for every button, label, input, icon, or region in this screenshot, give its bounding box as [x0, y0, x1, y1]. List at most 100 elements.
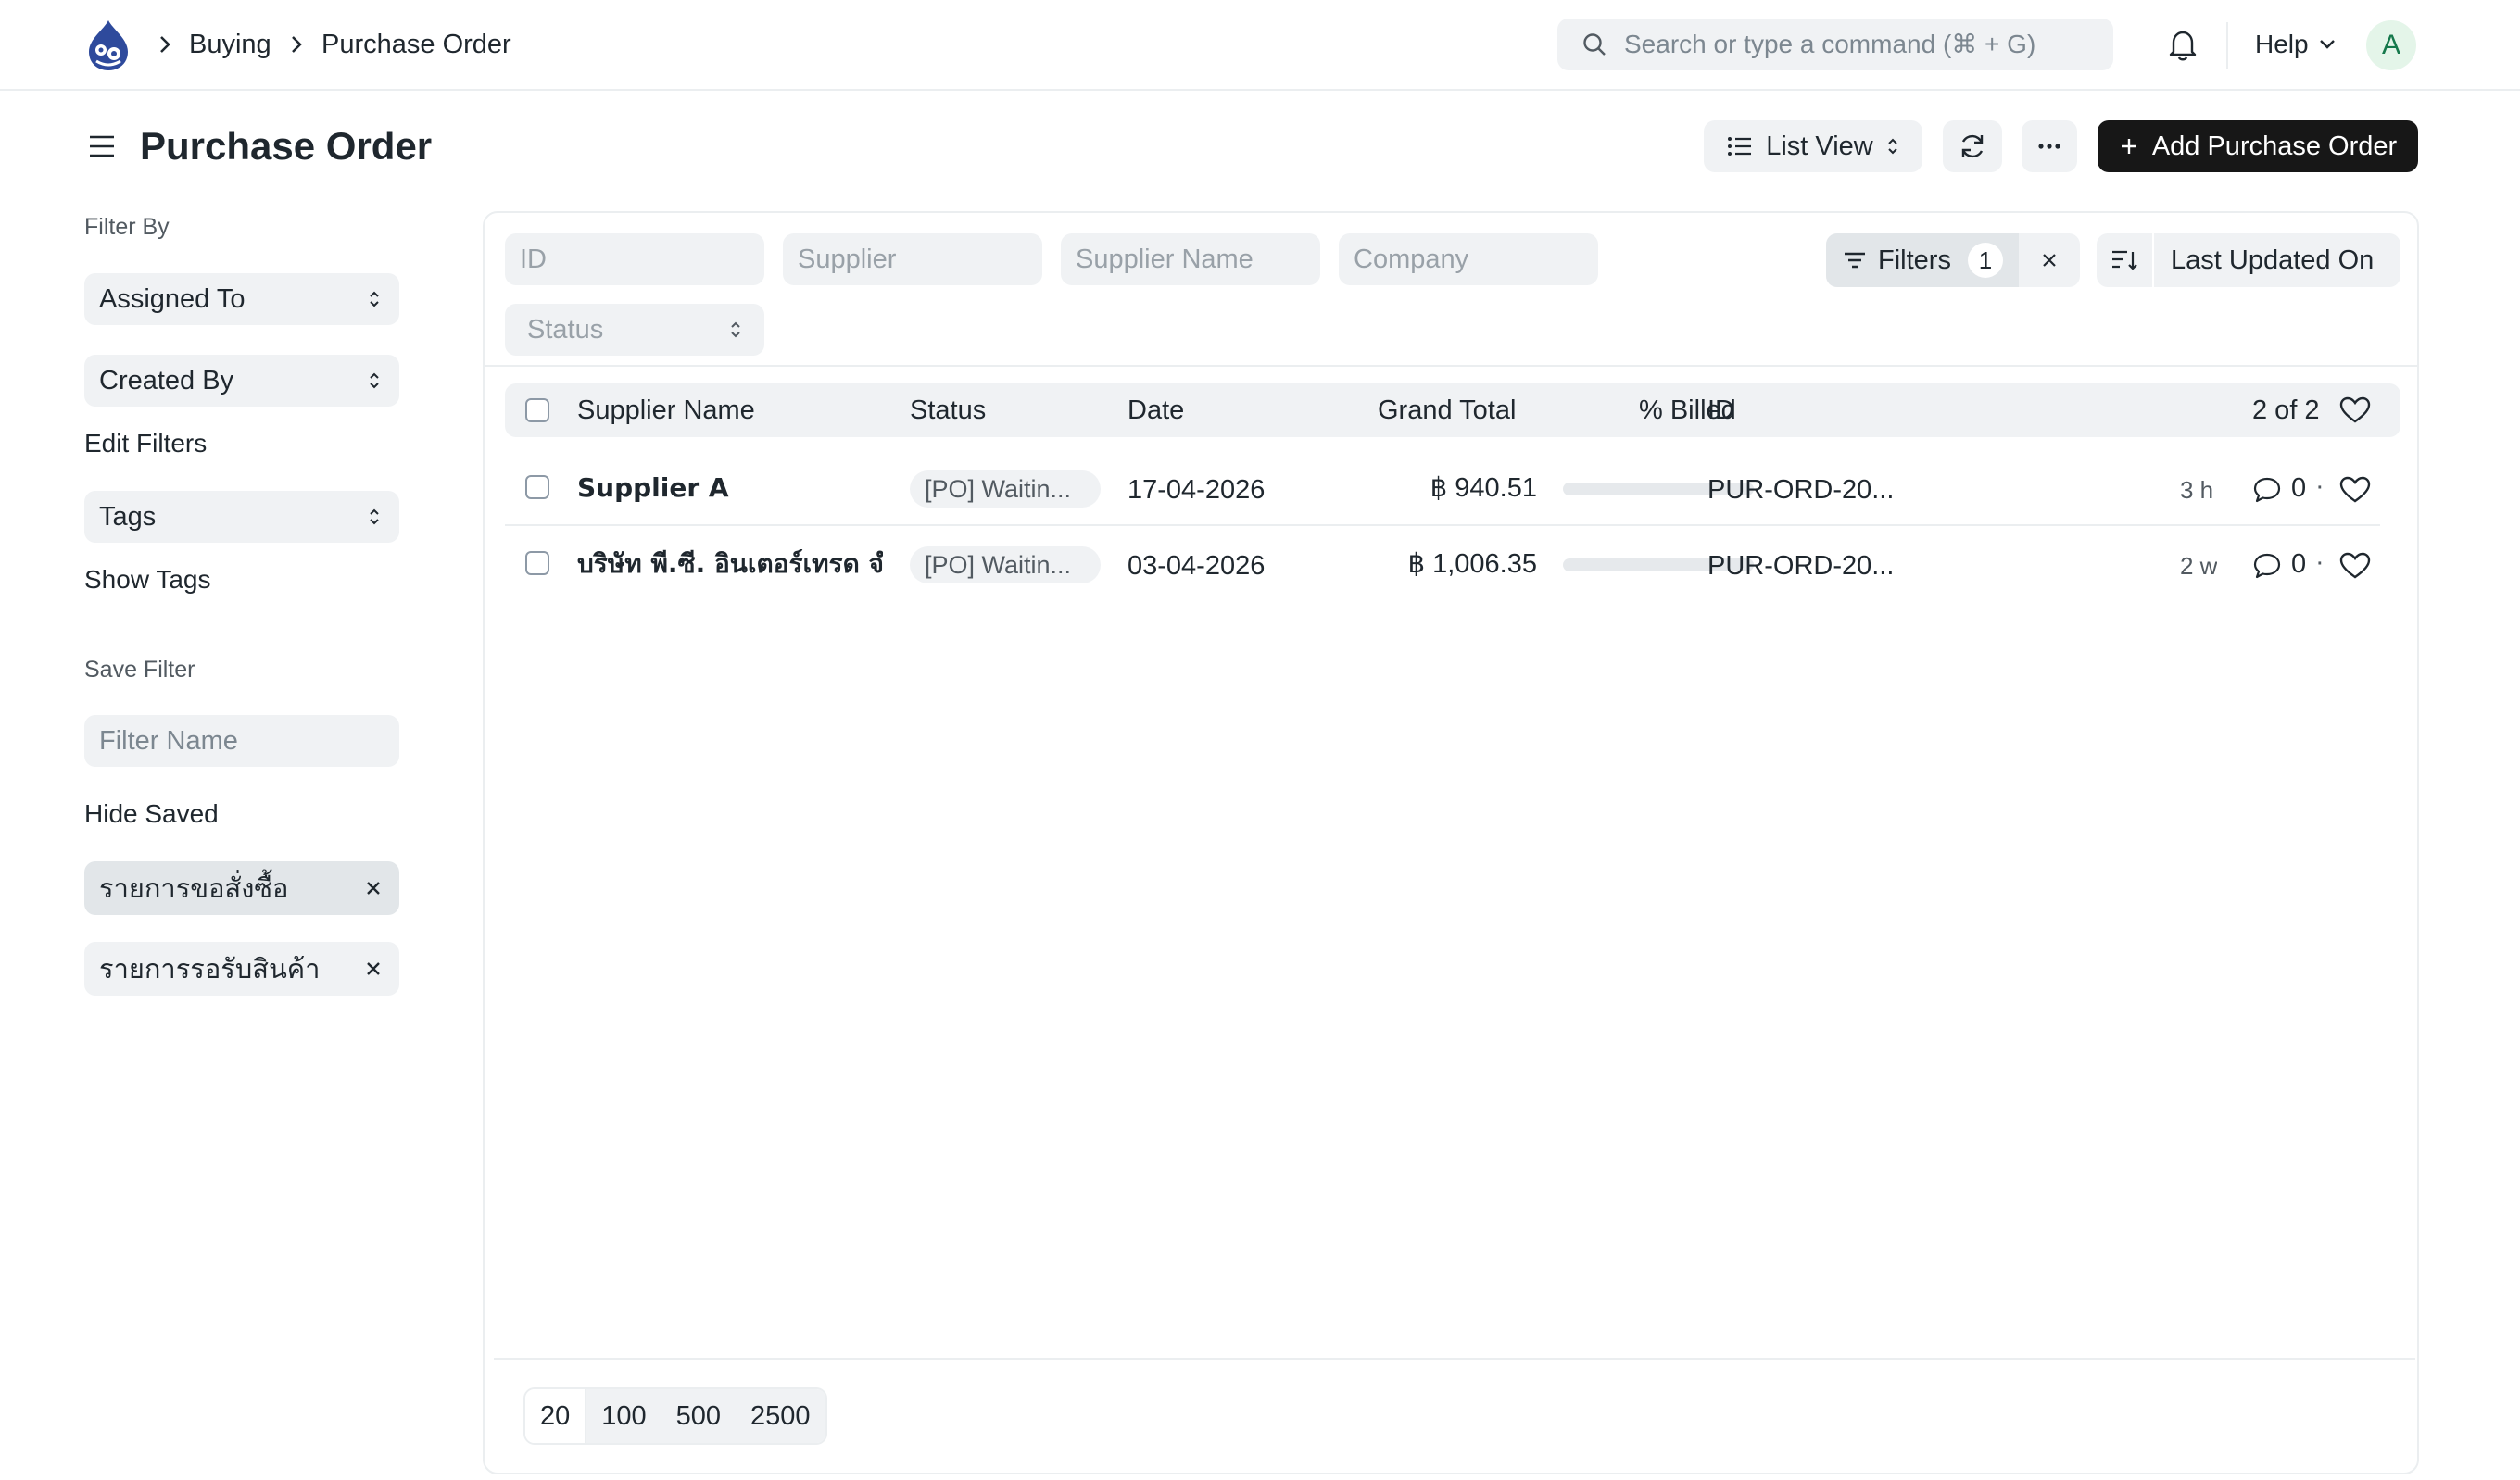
filters-count-badge: 1	[1967, 243, 2003, 278]
page-length-selector: 20 100 500 2500	[523, 1387, 827, 1445]
page-length-100[interactable]: 100	[586, 1389, 662, 1443]
filter-by-label: Filter By	[84, 214, 170, 240]
row-modified-ago: 3 h	[2180, 476, 2214, 504]
help-label: Help	[2255, 30, 2309, 58]
app-logo-icon[interactable]	[83, 19, 133, 72]
list-view-label: List View	[1766, 131, 1873, 161]
refresh-icon	[1961, 134, 1984, 158]
page-title: Purchase Order	[140, 124, 433, 168]
close-icon[interactable]	[364, 959, 383, 978]
ellipsis-icon	[2038, 144, 2060, 149]
select-all-checkbox[interactable]	[525, 398, 549, 422]
column-header-id: ID	[1707, 395, 1734, 425]
footer-divider	[494, 1358, 2415, 1360]
avatar[interactable]: A	[2366, 20, 2416, 70]
refresh-button[interactable]	[1943, 120, 2002, 172]
chevron-right-icon	[292, 36, 302, 53]
column-header-grand-total: Grand Total	[1378, 395, 1517, 425]
navbar-divider	[2226, 22, 2228, 69]
sort-by-button[interactable]: Last Updated On	[2154, 245, 2374, 276]
breadcrumb-purchase-order[interactable]: Purchase Order	[321, 26, 511, 63]
select-arrows-icon	[370, 291, 379, 307]
row-comment-count: 0	[2291, 473, 2307, 503]
row-divider	[505, 524, 2380, 526]
search-icon	[1583, 33, 1606, 56]
more-actions-button[interactable]	[2022, 120, 2077, 172]
supplier-name-filter-input[interactable]	[1061, 233, 1320, 285]
comment-icon[interactable]	[2252, 552, 2282, 580]
saved-filter-label: รายการขอสั่งซื้อ	[99, 872, 289, 904]
save-filter-label: Save Filter	[84, 657, 195, 683]
dot-separator: ·	[2315, 471, 2325, 501]
add-purchase-order-button[interactable]: Add Purchase Order	[2098, 120, 2418, 172]
created-by-label: Created By	[99, 365, 234, 395]
filters-button[interactable]: Filters 1	[1826, 233, 2019, 287]
row-modified-ago: 2 w	[2180, 552, 2218, 580]
heart-icon[interactable]	[2339, 396, 2371, 424]
filters-control: Filters 1	[1826, 233, 2080, 287]
list-view-button[interactable]: List View	[1704, 120, 1922, 172]
page-length-2500[interactable]: 2500	[736, 1389, 825, 1443]
table-row[interactable]: บริษัท พี.ซี. อินเตอร์เทรด จำกัด [PO] Wa…	[505, 528, 2400, 602]
select-arrows-icon	[731, 321, 740, 338]
add-purchase-order-label: Add Purchase Order	[2151, 131, 2398, 161]
edit-filters-link[interactable]: Edit Filters	[84, 426, 207, 461]
sort-control: Last Updated On	[2097, 233, 2400, 287]
sidebar-toggle-icon[interactable]	[87, 132, 117, 161]
sort-order-button[interactable]	[2097, 233, 2154, 287]
id-filter-input[interactable]	[505, 233, 764, 285]
row-supplier-name[interactable]: บริษัท พี.ซี. อินเตอร์เทรด จำกัด	[577, 546, 883, 582]
table-header: Supplier Name Status Date Grand Total % …	[505, 383, 2400, 437]
status-badge: [PO] Waitin...	[910, 546, 1101, 583]
clear-filters-button[interactable]	[2019, 251, 2080, 270]
comment-icon[interactable]	[2252, 476, 2282, 504]
assigned-to-label: Assigned To	[99, 283, 246, 314]
help-dropdown[interactable]: Help	[2255, 26, 2337, 63]
supplier-filter-input[interactable]	[783, 233, 1042, 285]
row-date: 17-04-2026	[1128, 475, 1266, 505]
page-length-20[interactable]: 20	[525, 1389, 587, 1443]
search-bar[interactable]	[1557, 19, 2113, 70]
row-date: 03-04-2026	[1128, 551, 1266, 581]
breadcrumb-buying[interactable]: Buying	[189, 26, 271, 63]
saved-filter-item[interactable]: รายการขอสั่งซื้อ	[84, 861, 399, 915]
filter-name-input[interactable]	[84, 715, 399, 767]
assigned-to-select[interactable]: Assigned To	[84, 273, 399, 325]
plus-icon	[2121, 139, 2136, 154]
hide-saved-link[interactable]: Hide Saved	[84, 796, 219, 832]
show-tags-link[interactable]: Show Tags	[84, 562, 210, 597]
status-filter-select[interactable]: Status	[505, 304, 764, 356]
filters-label: Filters	[1878, 245, 1951, 275]
navbar: Buying Purchase Order Help A	[0, 0, 2520, 91]
heart-icon[interactable]	[2339, 476, 2371, 504]
row-checkbox[interactable]	[525, 551, 549, 575]
column-header-status: Status	[910, 395, 987, 425]
row-id[interactable]: PUR-ORD-20...	[1707, 472, 1894, 508]
row-id[interactable]: PUR-ORD-20...	[1707, 548, 1894, 583]
created-by-select[interactable]: Created By	[84, 355, 399, 407]
tags-select[interactable]: Tags	[84, 491, 399, 543]
table-row[interactable]: Supplier A [PO] Waitin... 17-04-2026 ฿ 9…	[505, 452, 2400, 526]
heart-icon[interactable]	[2339, 552, 2371, 580]
column-header-supplier-name: Supplier Name	[577, 395, 755, 425]
tags-label: Tags	[99, 501, 157, 532]
row-comment-count: 0	[2291, 549, 2307, 579]
row-supplier-name[interactable]: Supplier A	[577, 470, 883, 506]
company-filter-input[interactable]	[1339, 233, 1598, 285]
list-icon	[1728, 137, 1752, 156]
bell-icon[interactable]	[2166, 28, 2199, 63]
chevron-down-icon	[2319, 40, 2335, 49]
sort-descending-icon	[2112, 250, 2137, 270]
filter-divider	[485, 365, 2417, 367]
list-panel: Status Filters 1 Last Updated On	[483, 211, 2419, 1474]
search-input[interactable]	[1624, 30, 2087, 59]
saved-filter-item[interactable]: รายการรอรับสินค้า	[84, 942, 399, 996]
row-grand-total: ฿ 1,006.35	[1407, 549, 1537, 579]
column-header-date: Date	[1128, 395, 1185, 425]
row-checkbox[interactable]	[525, 475, 549, 499]
close-icon	[2043, 254, 2056, 267]
select-arrows-icon	[370, 508, 379, 525]
close-icon[interactable]	[364, 879, 383, 897]
result-count: 2 of 2	[2252, 395, 2320, 425]
page-length-500[interactable]: 500	[661, 1389, 737, 1443]
